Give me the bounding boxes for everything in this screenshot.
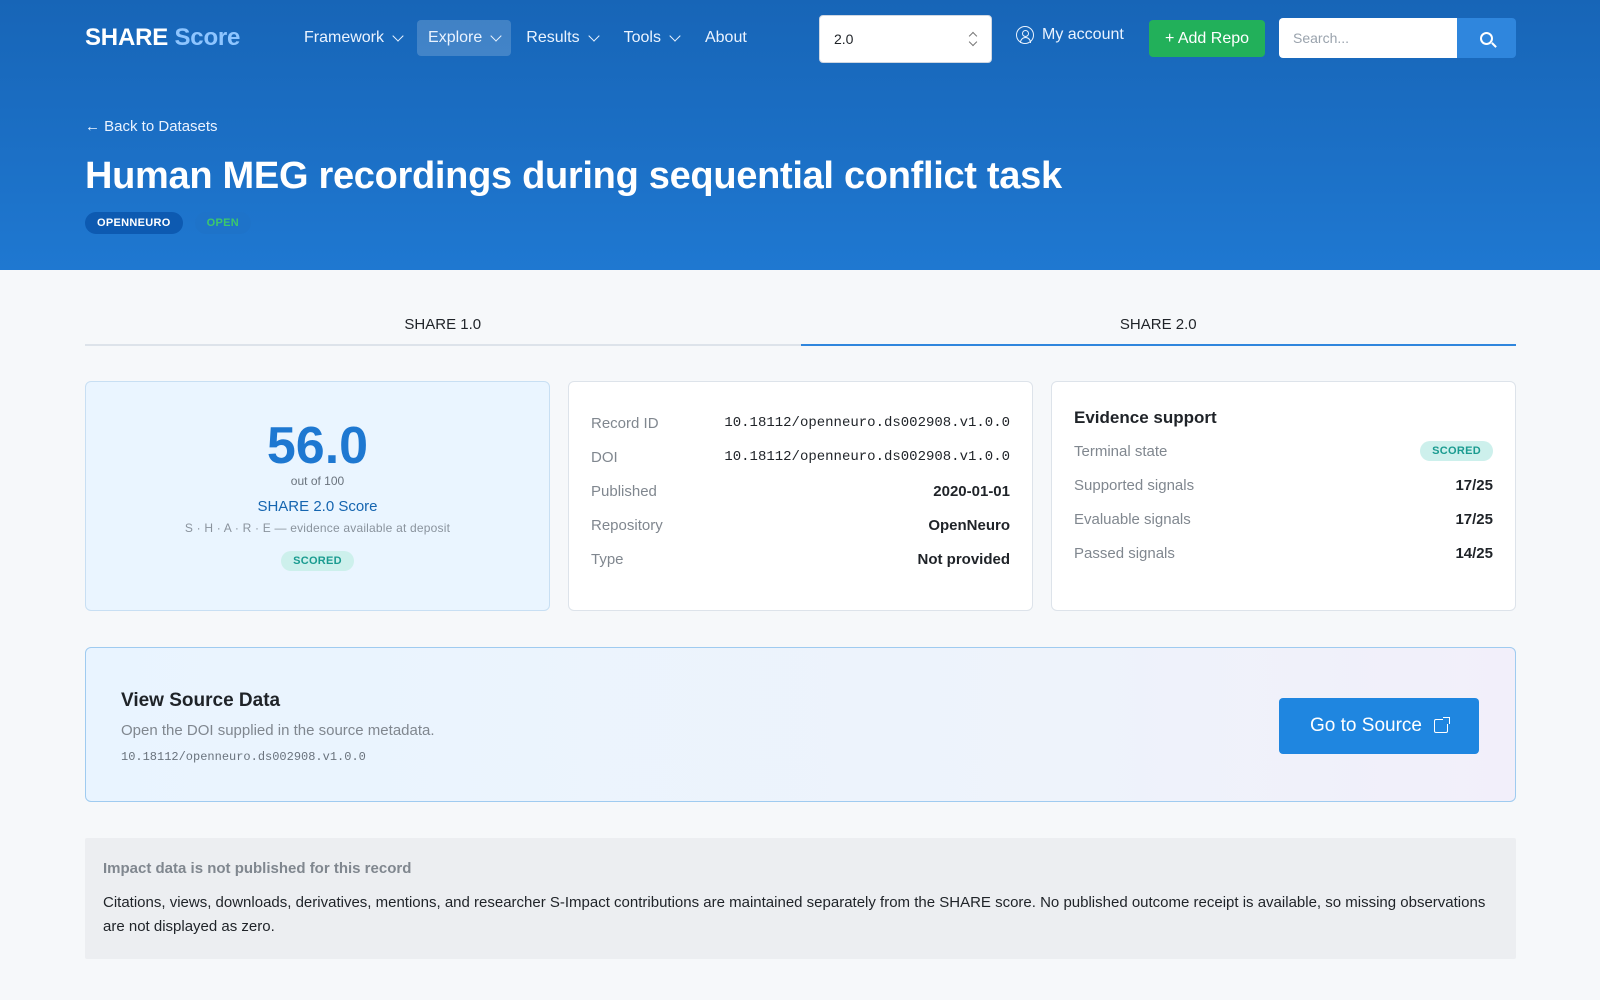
score-value: 56.0 bbox=[266, 417, 369, 475]
dataset-badges: OPENNEURO OPEN bbox=[85, 212, 251, 234]
metadata-key: Record ID bbox=[591, 414, 659, 432]
metadata-card: Record ID 10.18112/openneuro.ds002908.v1… bbox=[568, 381, 1033, 611]
chevron-down-icon bbox=[669, 29, 681, 42]
menu-tools-label: Tools bbox=[623, 29, 661, 46]
metadata-key: Published bbox=[591, 482, 657, 500]
evidence-value: 17/25 bbox=[1455, 476, 1493, 494]
evidence-value: 17/25 bbox=[1455, 510, 1493, 528]
metadata-row: Type Not provided bbox=[591, 542, 1010, 576]
evidence-row: Supported signals 17/25 bbox=[1074, 468, 1493, 502]
metadata-row: Published 2020-01-01 bbox=[591, 474, 1010, 508]
score-out-of: out of 100 bbox=[290, 474, 345, 488]
evidence-row: Evaluable signals 17/25 bbox=[1074, 502, 1493, 536]
my-account-link[interactable]: My account bbox=[1016, 26, 1124, 44]
search-input[interactable] bbox=[1279, 18, 1457, 58]
main-menu: Framework Explore Results Tools About bbox=[293, 20, 758, 56]
go-to-source-label: Go to Source bbox=[1310, 715, 1422, 736]
impact-notice: Impact data is not published for this re… bbox=[85, 838, 1516, 959]
source-doi: 10.18112/openneuro.ds002908.v1.0.0 bbox=[121, 750, 366, 764]
source-title: View Source Data bbox=[121, 690, 281, 711]
score-version-tabs: SHARE 1.0 SHARE 2.0 bbox=[85, 308, 1516, 346]
status-badge: SCORED bbox=[281, 551, 354, 571]
access-badge: OPEN bbox=[194, 212, 251, 234]
evidence-row: Terminal state SCORED bbox=[1074, 434, 1493, 468]
evidence-value: 14/25 bbox=[1455, 544, 1493, 562]
select-arrows-icon bbox=[969, 31, 977, 47]
menu-framework-label: Framework bbox=[304, 29, 385, 46]
menu-tools[interactable]: Tools bbox=[613, 20, 690, 56]
chevron-down-icon bbox=[587, 29, 600, 42]
source-data-panel: View Source Data Open the DOI supplied i… bbox=[85, 647, 1516, 802]
search-icon bbox=[1480, 31, 1493, 45]
published-value: 2020-01-01 bbox=[933, 482, 1010, 500]
menu-explore[interactable]: Explore bbox=[417, 20, 512, 56]
impact-body: Citations, views, downloads, derivatives… bbox=[103, 894, 1486, 935]
terminal-state-label: Terminal state bbox=[1074, 442, 1168, 460]
metadata-row: DOI 10.18112/openneuro.ds002908.v1.0.0 bbox=[591, 440, 1010, 474]
evidence-key: Evaluable signals bbox=[1074, 510, 1191, 528]
metadata-row: Record ID 10.18112/openneuro.ds002908.v1… bbox=[591, 406, 1010, 440]
version-select[interactable]: 2.0 bbox=[819, 15, 992, 63]
version-value: 2.0 bbox=[834, 31, 854, 47]
tab-share-2[interactable]: SHARE 2.0 bbox=[800, 308, 1516, 346]
evidence-card: Evidence support Terminal state SCORED S… bbox=[1051, 381, 1516, 611]
search-button[interactable] bbox=[1457, 18, 1516, 58]
evidence-row: Passed signals 14/25 bbox=[1074, 536, 1493, 570]
menu-explore-label: Explore bbox=[428, 29, 483, 46]
menu-results[interactable]: Results bbox=[515, 20, 608, 56]
chevron-down-icon bbox=[490, 29, 502, 42]
menu-about-label: About bbox=[704, 29, 747, 46]
menu-framework[interactable]: Framework bbox=[293, 20, 413, 56]
page-header: SHARE Score Framework Explore Results To… bbox=[0, 0, 1600, 270]
terminal-state-badge: SCORED bbox=[1420, 441, 1493, 461]
user-circle-icon bbox=[1016, 26, 1034, 44]
score-label: SHARE 2.0 Score bbox=[257, 498, 378, 515]
metadata-key: DOI bbox=[591, 448, 618, 466]
metadata-row: Repository OpenNeuro bbox=[591, 508, 1010, 542]
repository-value: OpenNeuro bbox=[928, 516, 1010, 534]
repository-badge: OPENNEURO bbox=[85, 212, 183, 234]
evidence-key: Passed signals bbox=[1074, 544, 1175, 562]
menu-results-label: Results bbox=[526, 29, 580, 46]
metadata-key: Repository bbox=[591, 516, 663, 534]
brand-logo[interactable]: SHARE Score bbox=[85, 24, 240, 52]
source-description: Open the DOI supplied in the source meta… bbox=[121, 722, 435, 739]
tab-share-1[interactable]: SHARE 1.0 bbox=[85, 308, 801, 344]
my-account-label: My account bbox=[1042, 26, 1124, 43]
external-link-icon bbox=[1433, 716, 1451, 733]
chevron-down-icon bbox=[392, 29, 404, 42]
record-id-value: 10.18112/openneuro.ds002908.v1.0.0 bbox=[724, 415, 1010, 431]
metadata-key: Type bbox=[591, 550, 624, 568]
add-repo-button[interactable]: + Add Repo bbox=[1149, 20, 1265, 57]
brand-name: SHARE bbox=[85, 24, 169, 51]
score-card: 56.0 out of 100 SHARE 2.0 Score S · H · … bbox=[85, 381, 550, 611]
menu-about[interactable]: About bbox=[694, 20, 758, 56]
evidence-key: Supported signals bbox=[1074, 476, 1195, 494]
back-to-datasets-link[interactable]: ← Back to Datasets bbox=[85, 118, 218, 135]
top-nav: SHARE Score Framework Explore Results To… bbox=[0, 0, 1600, 78]
evidence-title: Evidence support bbox=[1074, 408, 1217, 427]
type-value: Not provided bbox=[917, 550, 1011, 568]
doi-value: 10.18112/openneuro.ds002908.v1.0.0 bbox=[724, 449, 1010, 465]
impact-title: Impact data is not published for this re… bbox=[103, 860, 412, 877]
score-subtitle: S · H · A · R · E — evidence available a… bbox=[184, 521, 451, 535]
page-title: Human MEG recordings during sequential c… bbox=[85, 155, 1062, 197]
brand-suffix: Score bbox=[174, 24, 241, 51]
go-to-source-button[interactable]: Go to Source bbox=[1279, 698, 1479, 754]
